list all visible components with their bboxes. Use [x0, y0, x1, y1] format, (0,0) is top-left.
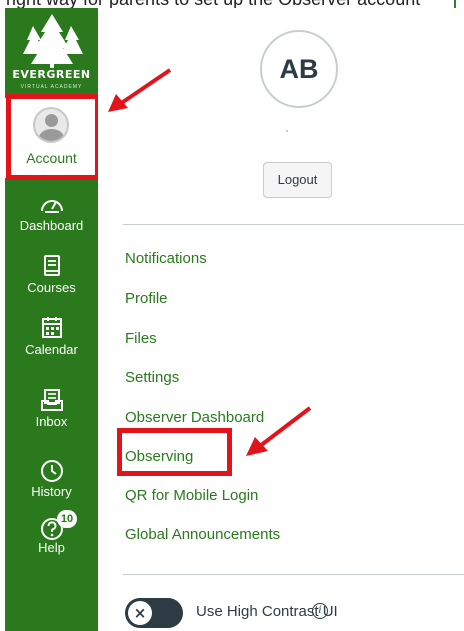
nav-item-label: Courses: [27, 280, 76, 295]
divider: [123, 574, 464, 575]
toggle-off-icon: ×: [128, 601, 152, 625]
nav-item-label: History: [31, 484, 72, 499]
nav-item-inbox[interactable]: Inbox: [5, 384, 98, 446]
nav-item-label: Help: [38, 540, 65, 555]
nav-item-label: Inbox: [35, 414, 68, 429]
school-name: EVERGREEN: [12, 68, 91, 81]
book-icon: [44, 255, 60, 276]
divider: [123, 224, 464, 225]
logout-button[interactable]: Logout: [263, 162, 332, 198]
nav-item-history[interactable]: History: [5, 454, 98, 516]
link-notifications[interactable]: Notifications: [125, 250, 207, 267]
school-subtitle: VIRTUAL ACADEMY: [20, 84, 83, 90]
link-observing[interactable]: Observing: [125, 448, 193, 465]
pine-trees-icon: [23, 14, 83, 68]
avatar-icon: [33, 107, 69, 143]
link-settings[interactable]: Settings: [125, 369, 179, 386]
school-logo[interactable]: EVERGREEN VIRTUAL ACADEMY: [5, 8, 98, 96]
user-name-placeholder: [286, 130, 288, 132]
nav-item-label: Account: [26, 150, 77, 166]
link-qr-mobile-login[interactable]: QR for Mobile Login: [125, 487, 258, 504]
nav-item-dashboard[interactable]: Dashboard: [5, 188, 98, 250]
speedometer-icon: [41, 200, 63, 213]
global-nav-sidebar: EVERGREEN VIRTUAL ACADEMY Account Dashbo…: [5, 8, 98, 631]
help-badge: 10: [57, 510, 77, 528]
link-profile[interactable]: Profile: [125, 290, 168, 307]
inbox-icon: [41, 389, 63, 411]
nav-item-label: Calendar: [25, 342, 78, 357]
nav-item-account[interactable]: Account: [5, 98, 98, 178]
calendar-icon: [42, 317, 62, 338]
link-files[interactable]: Files: [125, 330, 157, 347]
high-contrast-toggle[interactable]: ×: [125, 598, 183, 628]
account-tray: AB Logout Notifications Profile Files Se…: [98, 8, 464, 631]
link-global-announcements[interactable]: Global Announcements: [125, 526, 280, 543]
clock-icon: [41, 460, 63, 482]
nav-item-help[interactable]: 10 Help: [5, 510, 98, 572]
top-caption-text: right way for parents to set up the Obse…: [6, 0, 420, 8]
user-avatar: AB: [260, 30, 338, 108]
nav-item-courses[interactable]: Courses: [5, 250, 98, 312]
link-observer-dashboard[interactable]: Observer Dashboard: [125, 409, 264, 426]
info-icon[interactable]: i: [312, 603, 328, 619]
top-caption-strip: right way for parents to set up the Obse…: [0, 0, 464, 8]
nav-item-calendar[interactable]: Calendar: [5, 312, 98, 374]
nav-item-label: Dashboard: [19, 218, 84, 233]
page: right way for parents to set up the Obse…: [0, 0, 464, 631]
